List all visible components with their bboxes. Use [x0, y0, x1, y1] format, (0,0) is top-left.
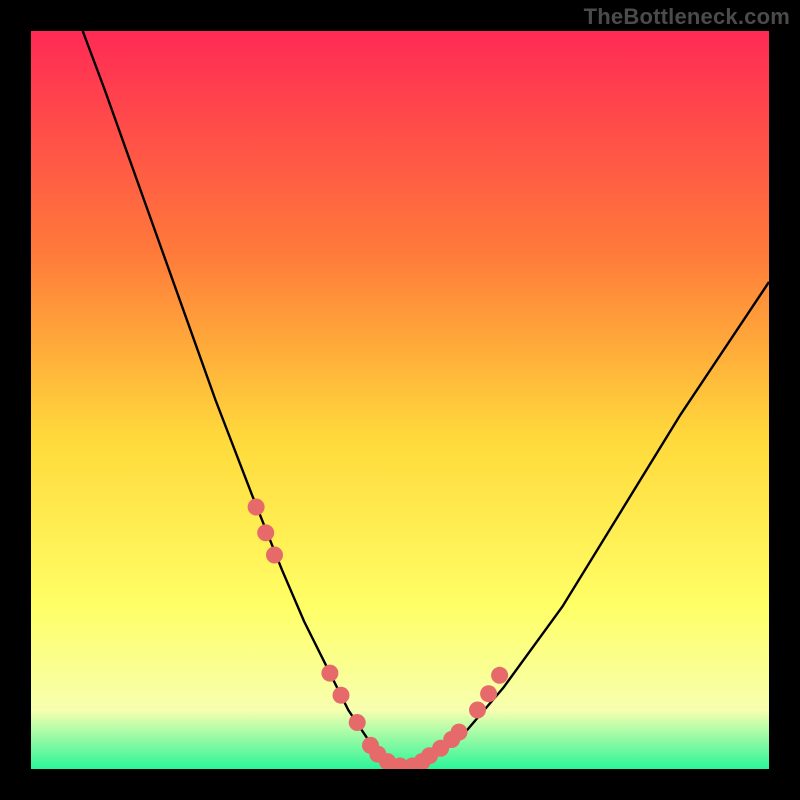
chart-svg [31, 31, 769, 769]
highlight-dot [349, 714, 366, 731]
plot-area [31, 31, 769, 769]
gradient-background [31, 31, 769, 769]
highlight-dot [451, 724, 468, 741]
highlight-dot [491, 667, 508, 684]
highlight-dot [480, 685, 497, 702]
chart-frame: TheBottleneck.com [0, 0, 800, 800]
highlight-dot [257, 524, 274, 541]
highlight-dot [266, 547, 283, 564]
highlight-dot [333, 687, 350, 704]
highlight-dot [469, 702, 486, 719]
watermark-text: TheBottleneck.com [584, 4, 790, 30]
highlight-dot [321, 665, 338, 682]
highlight-dot [248, 499, 265, 516]
